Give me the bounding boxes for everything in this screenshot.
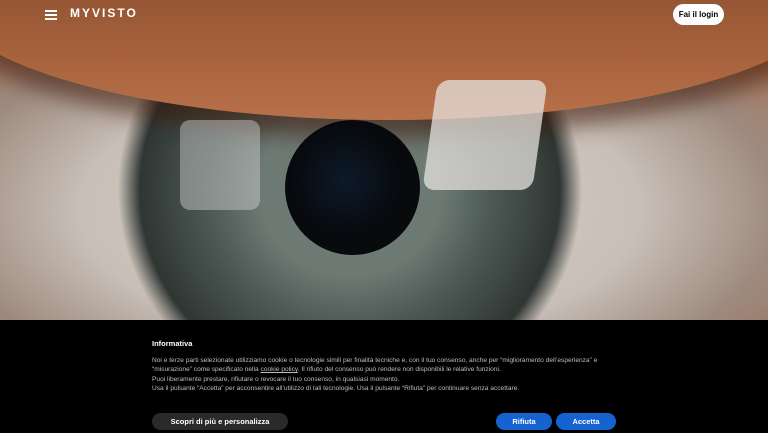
hero-eye-image (0, 0, 768, 320)
reject-cookies-button[interactable]: Rifiuta (496, 413, 552, 430)
cookie-text-line2: Puoi liberamente prestare, rifiutare o r… (152, 375, 400, 383)
hamburger-menu-icon[interactable] (45, 8, 57, 20)
accept-cookies-button[interactable]: Accetta (556, 413, 616, 430)
cookie-text-line1-end: . Il rifiuto del consenso può rendere no… (297, 366, 501, 374)
cookie-text-line3: Usa il pulsante “Accetta” per acconsenti… (152, 384, 520, 392)
eye-reflection-right (422, 80, 548, 190)
cookie-policy-link[interactable]: cookie policy (260, 366, 297, 373)
cookie-banner-title: Informativa (152, 339, 193, 348)
site-logo[interactable]: MYVISTO (70, 6, 138, 20)
eye-reflection-left (180, 120, 260, 210)
login-button[interactable]: Fai il login (673, 4, 724, 25)
eye-pupil (285, 120, 420, 255)
cookie-text-line1: Noi e terze parti selezionate utilizziam… (152, 356, 622, 375)
top-navigation-bar: MYVISTO Fai il login (0, 0, 768, 30)
cookie-banner-text: Noi e terze parti selezionate utilizziam… (152, 356, 622, 393)
cookie-consent-banner: Informativa Noi e terze parti selezionat… (0, 320, 768, 433)
customize-cookies-button[interactable]: Scopri di più e personalizza (152, 413, 288, 430)
